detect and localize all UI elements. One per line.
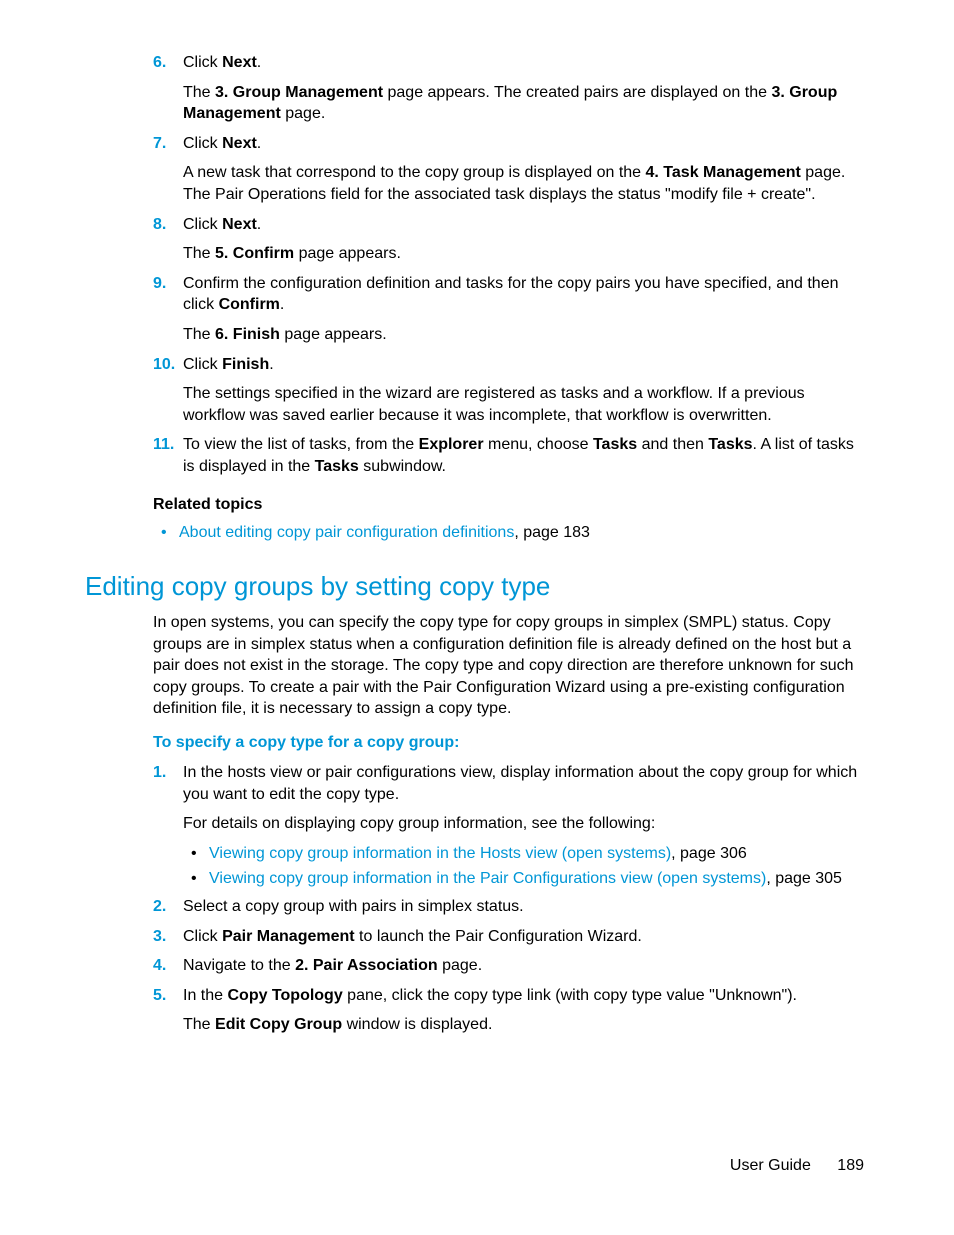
list-item-subtext: A new task that correspond to the copy g… [183,162,864,205]
list-number: 1. [153,762,166,784]
cross-reference-link[interactable]: About editing copy pair configuration de… [179,524,514,541]
list-item-subtext: For details on displaying copy group inf… [183,813,864,835]
list-number: 6. [153,52,166,74]
sub-link-item: Viewing copy group information in the Ho… [183,843,864,865]
list-item-subtext: The Edit Copy Group window is displayed. [183,1014,864,1036]
list-item: 6. Click Next. The 3. Group Management pag… [85,52,864,125]
list-item: 10. Click Finish. The settings specified i… [85,354,864,427]
list-number: 9. [153,273,166,295]
related-topics-list: About editing copy pair configuration de… [153,522,864,544]
list-item-text: Confirm the configuration definition and… [183,273,864,316]
list-number: 11. [153,434,174,456]
list-item-text: Select a copy group with pairs in simple… [183,896,864,918]
list-item: 3. Click Pair Management to launch the Pa… [85,926,864,948]
page-footer: User Guide 189 [730,1157,864,1175]
list-item: 11. To view the list of tasks, from the E… [85,434,864,477]
section-heading: Editing copy groups by setting copy type [85,571,864,602]
document-page: 6. Click Next. The 3. Group Management pag… [0,0,954,1235]
list-number: 4. [153,955,166,977]
list-number: 5. [153,985,166,1007]
list-item-text: Click Next. [183,52,864,74]
list-item: 8. Click Next. The 5. Confirm page appears… [85,214,864,265]
list-item-text: Click Finish. [183,354,864,376]
sub-link-list: Viewing copy group information in the Ho… [183,843,864,890]
list-item-subtext: The 5. Confirm page appears. [183,243,864,265]
related-topics-heading: Related topics [153,496,864,514]
list-number: 7. [153,133,166,155]
footer-page-number: 189 [837,1157,864,1175]
list-item-subtext: The 6. Finish page appears. [183,324,864,346]
related-link-item: About editing copy pair configuration de… [153,522,864,544]
list-item-text: In the Copy Topology pane, click the cop… [183,985,864,1007]
sub-link-item: Viewing copy group information in the Pa… [183,868,864,890]
list-item-text: Click Pair Management to launch the Pair… [183,926,864,948]
cross-reference-link[interactable]: Viewing copy group information in the Ho… [209,845,671,862]
list-number: 10. [153,354,175,376]
list-item-text: Click Next. [183,133,864,155]
section-intro: In open systems, you can specify the cop… [153,612,864,720]
list-number: 8. [153,214,166,236]
list-item: 4. Navigate to the 2. Pair Association pa… [85,955,864,977]
list-item-text: In the hosts view or pair configurations… [183,762,864,805]
list-item-text: Click Next. [183,214,864,236]
ordered-list-b: 1. In the hosts view or pair configuratio… [85,762,864,1036]
list-item: 1. In the hosts view or pair configuratio… [85,762,864,890]
list-number: 2. [153,896,166,918]
list-item: 9. Confirm the configuration definition a… [85,273,864,346]
list-item-text: Navigate to the 2. Pair Association page… [183,955,864,977]
list-number: 3. [153,926,166,948]
list-item-subtext: The 3. Group Management page appears. Th… [183,82,864,125]
list-item: 7. Click Next. A new task that correspond … [85,133,864,206]
list-item-subtext: The settings specified in the wizard are… [183,383,864,426]
list-item: 2. Select a copy group with pairs in simp… [85,896,864,918]
ordered-list-a: 6. Click Next. The 3. Group Management pag… [85,52,864,478]
cross-reference-link[interactable]: Viewing copy group information in the Pa… [209,870,766,887]
list-item-text: To view the list of tasks, from the Expl… [183,434,864,477]
list-item: 5. In the Copy Topology pane, click the c… [85,985,864,1036]
procedure-heading: To specify a copy type for a copy group: [153,734,864,752]
footer-label: User Guide [730,1157,811,1174]
